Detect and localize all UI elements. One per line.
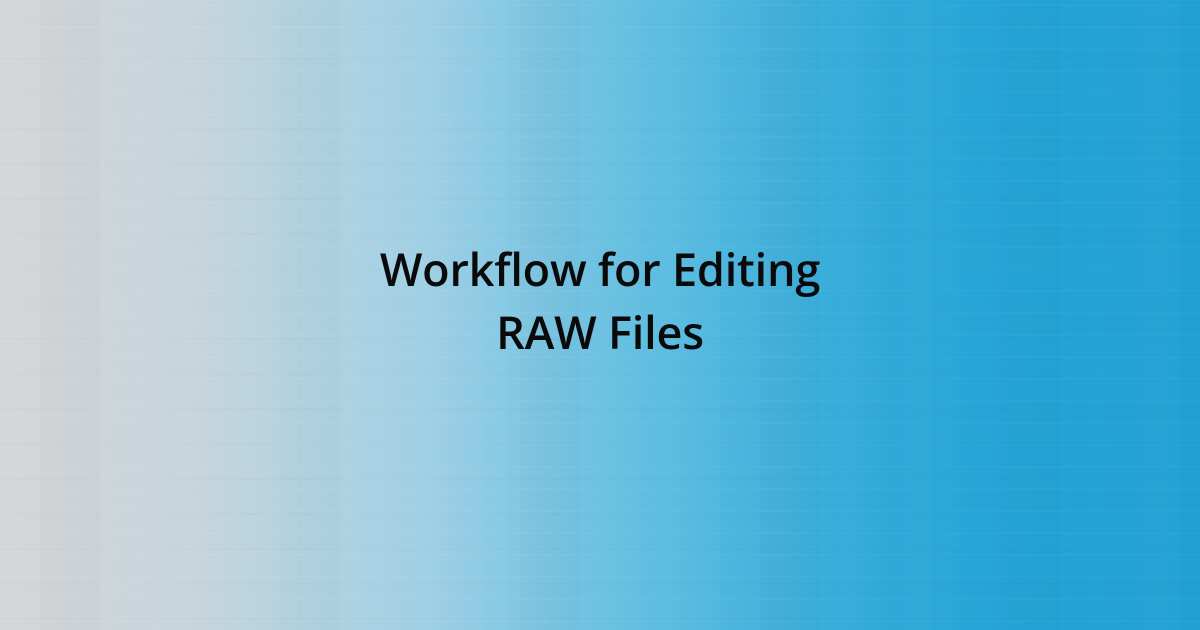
content-container: Workflow for Editing RAW Files [0, 0, 1200, 630]
title-line-1: Workflow for Editing [380, 239, 820, 300]
title-line-2: RAW Files [496, 302, 704, 363]
page-title: Workflow for Editing RAW Files [380, 238, 820, 364]
